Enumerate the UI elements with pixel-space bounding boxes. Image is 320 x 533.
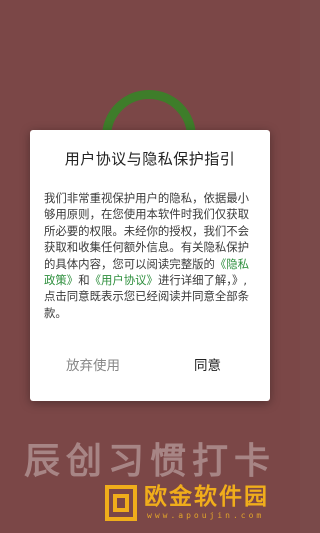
watermark-url: www.apoujin.com	[147, 511, 265, 520]
agree-button[interactable]: 同意	[194, 348, 221, 384]
user-agreement-link[interactable]: 《用户协议》	[90, 273, 158, 287]
dialog-title: 用户协议与隐私保护指引	[64, 150, 236, 168]
dialog-body: 我们非常重视保护用户的隐私，依据最小够用原则，在您使用本软件时我们仅获取所必要的…	[44, 190, 258, 321]
app-name: 辰创习惯打卡	[23, 441, 276, 482]
and-text: 和	[78, 273, 90, 288]
decline-button[interactable]: 放弃使用	[66, 348, 120, 384]
watermark-logo-icon	[105, 485, 137, 521]
watermark-title: 欧金软件园	[144, 484, 269, 510]
privacy-dialog: 用户协议与隐私保护指引 我们非常重视保护用户的隐私，依据最小够用原则，在您使用本…	[30, 130, 270, 401]
